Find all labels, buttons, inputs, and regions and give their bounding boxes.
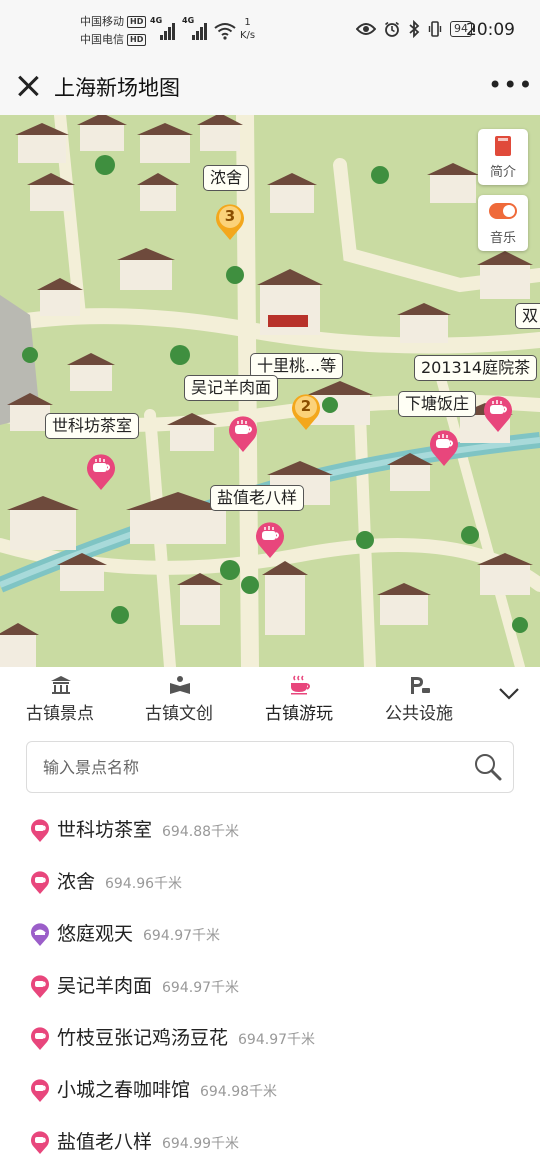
map-label-edge[interactable]: 双 [515,303,540,329]
map-label-yard[interactable]: 201314庭院茶 [414,355,538,381]
network-speed: 1 K/s [240,17,256,41]
hd-badge: HD [127,16,147,28]
system-icons: 94 [356,20,475,38]
result-distance: 694.97千米 [238,1032,316,1048]
map-label-nongshe[interactable]: 浓舍 [203,165,250,191]
list-item[interactable]: 盐值老八样 694.99千米 [0,1117,540,1155]
tab-label: 古镇文创 [145,704,213,724]
teacup-pin-icon[interactable] [482,393,514,433]
book-icon [495,136,511,156]
hd-badge: HD [127,34,147,46]
temple-icon [51,676,71,694]
sightseeing-pin-icon [31,923,49,946]
teacup-pin-icon [31,1027,49,1050]
parking-icon [411,677,430,694]
result-name: 小城之春咖啡馆 694.98千米 [57,1079,278,1101]
search-icon[interactable] [473,752,503,782]
teacup-pin-icon [31,975,49,998]
teacup-pin-icon[interactable] [254,519,286,559]
bluetooth-icon [409,20,420,38]
teacup-pin-icon[interactable] [227,413,259,453]
alarm-icon [385,21,399,37]
wifi-icon [214,23,236,40]
signal-strength: 4G 4G [150,16,236,40]
result-name: 吴记羊肉面 694.97千米 [57,975,240,997]
signal-icon: 4G [182,16,207,40]
carrier-2: 中国电信 [80,33,124,46]
map-label-yanzhi[interactable]: 盐值老八样 [210,485,305,511]
tab-creative[interactable]: 古镇文创 [124,667,234,727]
eye-icon [356,23,376,35]
teacup-pin-icon [31,871,49,894]
music-button[interactable]: 音乐 [478,195,528,251]
result-name: 世科坊茶室 694.88千米 [57,819,240,841]
clock: 20:09 [466,20,515,40]
tab-scenic-spots[interactable]: 古镇景点 [5,667,115,727]
teacup-pin-icon[interactable] [428,427,460,467]
list-item[interactable]: 竹枝豆张记鸡汤豆花 694.97千米 [0,1013,540,1063]
cluster-pin[interactable]: 2 [290,391,322,431]
map-label-xiatang[interactable]: 下塘饭庄 [398,391,477,417]
teacup-icon [291,675,310,695]
result-name: 悠庭观天 694.97千米 [57,923,221,945]
list-item[interactable]: 浓舍 694.96千米 [0,857,540,907]
result-name: 竹枝豆张记鸡汤豆花 694.97千米 [57,1027,316,1049]
close-icon[interactable] [14,72,42,100]
carrier-1: 中国移动 [80,15,124,28]
network-type: 4G [182,16,195,25]
map-label-wuji[interactable]: 吴记羊肉面 [184,375,279,401]
tab-label: 古镇游玩 [265,704,333,724]
network-type: 4G [150,16,163,25]
search-input[interactable] [43,754,463,780]
book-icon [170,676,190,694]
result-distance: 694.97千米 [162,980,240,996]
result-distance: 694.88千米 [162,824,240,840]
teacup-pin-icon [31,1079,49,1102]
toggle-icon [489,203,517,219]
music-label: 音乐 [489,231,516,246]
title-bar: 上海新场地图 ••• [0,60,540,115]
list-item[interactable]: 小城之春咖啡馆 694.98千米 [0,1065,540,1115]
more-options-icon[interactable]: ••• [488,73,533,97]
chevron-down-icon[interactable] [498,687,520,701]
carrier-info: 中国移动 HD 中国电信 HD [80,13,147,49]
teacup-pin-icon [31,1131,49,1154]
cluster-pin[interactable]: 3 [214,201,246,241]
map-label-shike[interactable]: 世科坊茶室 [45,413,140,439]
list-item[interactable]: 悠庭观天 694.97千米 [0,909,540,959]
intro-label: 简介 [489,165,516,180]
tab-facilities[interactable]: 公共设施 [364,667,474,727]
search-box [26,741,514,793]
result-distance: 694.98千米 [200,1084,278,1100]
tab-play[interactable]: 古镇游玩 [244,667,354,727]
vibrate-icon [428,21,442,37]
teacup-pin-icon [31,819,49,842]
intro-button[interactable]: 简介 [478,129,528,185]
result-distance: 694.97千米 [143,928,221,944]
category-tabs: 古镇景点 古镇文创 古镇游玩 公共设施 [0,667,540,727]
list-item[interactable]: 世科坊茶室 694.88千米 [0,805,540,855]
teacup-pin-icon[interactable] [85,451,117,491]
map-view[interactable]: 简介 音乐 浓舍 十里桃...等 吴记羊肉面 201314庭院茶 双 世科坊茶室… [0,115,540,667]
cluster-count: 3 [224,207,236,225]
status-bar: 中国移动 HD 中国电信 HD 4G 4G 1 K/s 94 20:09 [0,0,540,60]
list-item[interactable]: 吴记羊肉面 694.97千米 [0,961,540,1011]
tab-label: 公共设施 [385,704,453,724]
result-distance: 694.99千米 [162,1136,240,1152]
tab-label: 古镇景点 [26,704,94,724]
result-distance: 694.96千米 [105,876,183,892]
result-name: 盐值老八样 694.99千米 [57,1131,240,1153]
result-name: 浓舍 694.96千米 [57,871,183,893]
cluster-count: 2 [300,397,312,415]
signal-icon: 4G [150,16,175,40]
page-title: 上海新场地图 [54,76,180,100]
